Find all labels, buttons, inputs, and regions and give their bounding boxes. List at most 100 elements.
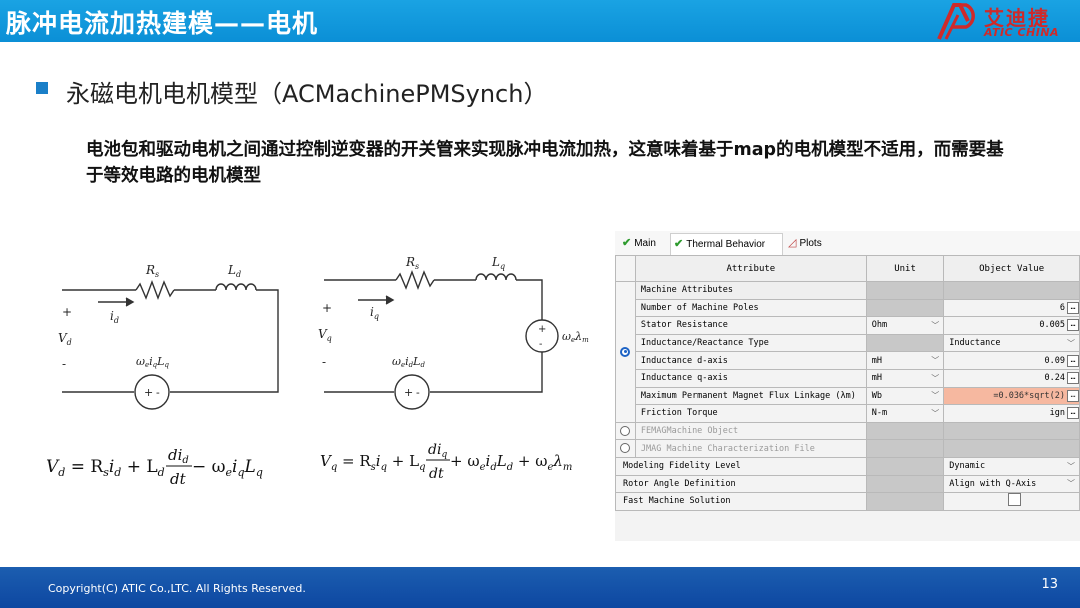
q-voltage-label: Vq bbox=[318, 327, 332, 343]
q-plus-sign: + bbox=[322, 301, 332, 315]
table-row: Inductance d-axis mH ﹀ 0.09… bbox=[616, 351, 1080, 370]
attr-label: FEMAGMachine Object bbox=[634, 421, 867, 441]
unit-select[interactable]: mH ﹀ bbox=[865, 368, 945, 388]
ellipsis-button[interactable]: … bbox=[1067, 301, 1079, 314]
footer-bar: Copyright(C) ATIC Co.,LTC. All Rights Re… bbox=[0, 567, 1080, 608]
q-axis-equation: Vq = Rsiq + Lq bbox=[320, 452, 426, 473]
d-eq-tail: − ωeiqLq bbox=[192, 457, 263, 479]
tab-thermal-label: Thermal Behavior bbox=[686, 239, 766, 250]
attr-label: Maximum Permanent Magnet Flux Linkage (λ… bbox=[634, 386, 867, 406]
machine-attributes-radio[interactable] bbox=[620, 346, 631, 357]
ellipsis-button[interactable]: … bbox=[1067, 354, 1079, 367]
chevron-down-icon: ﹀ bbox=[1067, 461, 1075, 471]
value-select[interactable]: Align with Q-Axis ﹀ bbox=[943, 474, 1080, 494]
value-field[interactable]: 0.005… bbox=[943, 316, 1080, 335]
attr-label: JMAG Machine Characterization File bbox=[634, 439, 867, 458]
machine-attributes-radio-cell bbox=[615, 281, 636, 423]
section-heading: 永磁电机电机模型（ACMachinePMSynch） bbox=[66, 80, 548, 108]
q-lq-label: Lq bbox=[491, 255, 505, 271]
unit-select[interactable]: mH ﹀ bbox=[865, 351, 945, 370]
value-select[interactable]: Inductance ﹀ bbox=[943, 333, 1080, 353]
fast-solution-cell bbox=[943, 492, 1080, 511]
jmag-radio-cell bbox=[615, 439, 636, 458]
value-field[interactable]: 6… bbox=[943, 298, 1080, 318]
header-unit: Unit bbox=[865, 255, 945, 282]
femag-radio-cell bbox=[615, 421, 636, 441]
chevron-down-icon: ﹀ bbox=[1067, 479, 1075, 489]
value-select[interactable]: Dynamic ﹀ bbox=[943, 456, 1080, 476]
equivalent-circuit-diagram: Rs Ld id + Vd - + - ωeiqLq Vd = Rsid + L… bbox=[46, 255, 589, 488]
table-row: Fast Machine Solution bbox=[615, 492, 1080, 511]
slide-title: 脉冲电流加热建模——电机 bbox=[6, 9, 319, 38]
unit-select[interactable]: Wb ﹀ bbox=[865, 386, 945, 406]
table-header: Attribute Unit Object Value bbox=[615, 255, 1080, 282]
bullet-square bbox=[36, 82, 48, 94]
d-eq-derivative-num: did bbox=[168, 446, 189, 466]
value-field-highlighted[interactable]: =0.036*sqrt(2)… bbox=[943, 386, 1080, 406]
table-row: Modeling Fidelity Level Dynamic ﹀ bbox=[615, 456, 1080, 476]
table-row: Maximum Permanent Magnet Flux Linkage (λ… bbox=[616, 386, 1080, 406]
d-voltage-label: Vd bbox=[58, 331, 72, 347]
d-minus-sign: - bbox=[62, 357, 66, 371]
table-row: Number of Machine Poles 6… bbox=[616, 298, 1080, 318]
tab-main-label: Main bbox=[634, 238, 656, 249]
check-icon: ✔ bbox=[674, 238, 684, 250]
q-current-label: iq bbox=[370, 305, 379, 321]
table-row: Rotor Angle Definition Align with Q-Axis… bbox=[615, 474, 1080, 494]
body-paragraph: 电池包和驱动电机之间通过控制逆变器的开关管来实现脉冲电流加热，这意味着基于map… bbox=[86, 140, 1004, 186]
check-icon: ✔ bbox=[622, 237, 632, 249]
tab-bar: ✔ Main ✔ Thermal Behavior ◿ Plots bbox=[615, 231, 1080, 256]
value-field[interactable]: ign… bbox=[943, 404, 1080, 423]
table-row: FEMAGMachine Object bbox=[615, 421, 1080, 441]
jmag-radio[interactable] bbox=[620, 443, 631, 454]
q-eq-tail: + ωeidLd + ωeλm bbox=[450, 452, 572, 473]
d-plus-sign: + bbox=[62, 305, 72, 319]
ellipsis-button[interactable]: … bbox=[1067, 389, 1079, 402]
chevron-down-icon: ﹀ bbox=[1067, 338, 1075, 348]
chevron-down-icon: ﹀ bbox=[931, 408, 940, 418]
fast-solution-checkbox[interactable] bbox=[1007, 493, 1021, 507]
q-eq-derivative-den: dt bbox=[429, 466, 444, 482]
attr-label: Modeling Fidelity Level bbox=[615, 456, 867, 476]
attr-label: Rotor Angle Definition bbox=[615, 474, 867, 494]
machine-property-panel: ✔ Main ✔ Thermal Behavior ◿ Plots Attribute… bbox=[615, 231, 1080, 541]
d-axis-circuit bbox=[62, 280, 279, 410]
table-row: Inductance/Reactance Type Inductance ﹀ bbox=[616, 333, 1080, 353]
tab-plots-label: Plots bbox=[799, 238, 822, 249]
chevron-down-icon: ﹀ bbox=[931, 373, 940, 383]
d-eq-derivative-den: dt bbox=[170, 470, 187, 488]
chevron-down-icon: ﹀ bbox=[931, 356, 940, 366]
q-source-minus: - bbox=[416, 386, 420, 399]
d-rs-label: Rs bbox=[145, 263, 159, 279]
q-source-plus: + bbox=[404, 386, 413, 399]
value-field[interactable]: 0.24… bbox=[943, 368, 1080, 388]
ellipsis-button[interactable]: … bbox=[1067, 407, 1079, 420]
table-row: JMAG Machine Characterization File bbox=[615, 439, 1080, 458]
value-field[interactable]: 0.09… bbox=[943, 351, 1080, 370]
d-source-label: ωeiqLq bbox=[136, 355, 169, 369]
attr-label: Machine Attributes bbox=[634, 281, 867, 300]
q-rs-label: Rs bbox=[405, 255, 419, 271]
atic-logo-mark bbox=[937, 3, 975, 40]
attr-label: Inductance d-axis bbox=[634, 351, 867, 370]
d-current-label: id bbox=[110, 309, 119, 325]
copyright-text: Copyright(C) ATIC Co.,LTC. All Rights Re… bbox=[48, 582, 306, 595]
d-source-minus: - bbox=[156, 386, 160, 399]
q-emf-plus: + bbox=[538, 324, 546, 335]
tab-thermal-behavior[interactable]: ✔ Thermal Behavior bbox=[670, 233, 783, 255]
chevron-down-icon: ﹀ bbox=[931, 320, 940, 330]
femag-radio[interactable] bbox=[620, 425, 631, 436]
attr-label: Inductance/Reactance Type bbox=[634, 333, 867, 353]
table-row: Stator Resistance Ohm ﹀ 0.005… bbox=[616, 316, 1080, 335]
unit-select[interactable]: N-m ﹀ bbox=[865, 404, 945, 423]
tab-plots[interactable]: ◿ Plots bbox=[785, 233, 848, 254]
q-eq-derivative-num: diq bbox=[428, 442, 447, 460]
q-minus-sign: - bbox=[322, 355, 326, 369]
ellipsis-button[interactable]: … bbox=[1067, 372, 1079, 385]
table-row: Inductance q-axis mH ﹀ 0.24… bbox=[616, 368, 1080, 388]
unit-select[interactable]: Ohm ﹀ bbox=[865, 316, 945, 335]
attr-label: Friction Torque bbox=[634, 404, 867, 423]
d-ld-label: Ld bbox=[227, 263, 241, 279]
ellipsis-button[interactable]: … bbox=[1067, 319, 1079, 332]
tab-main[interactable]: ✔ Main bbox=[619, 233, 670, 254]
